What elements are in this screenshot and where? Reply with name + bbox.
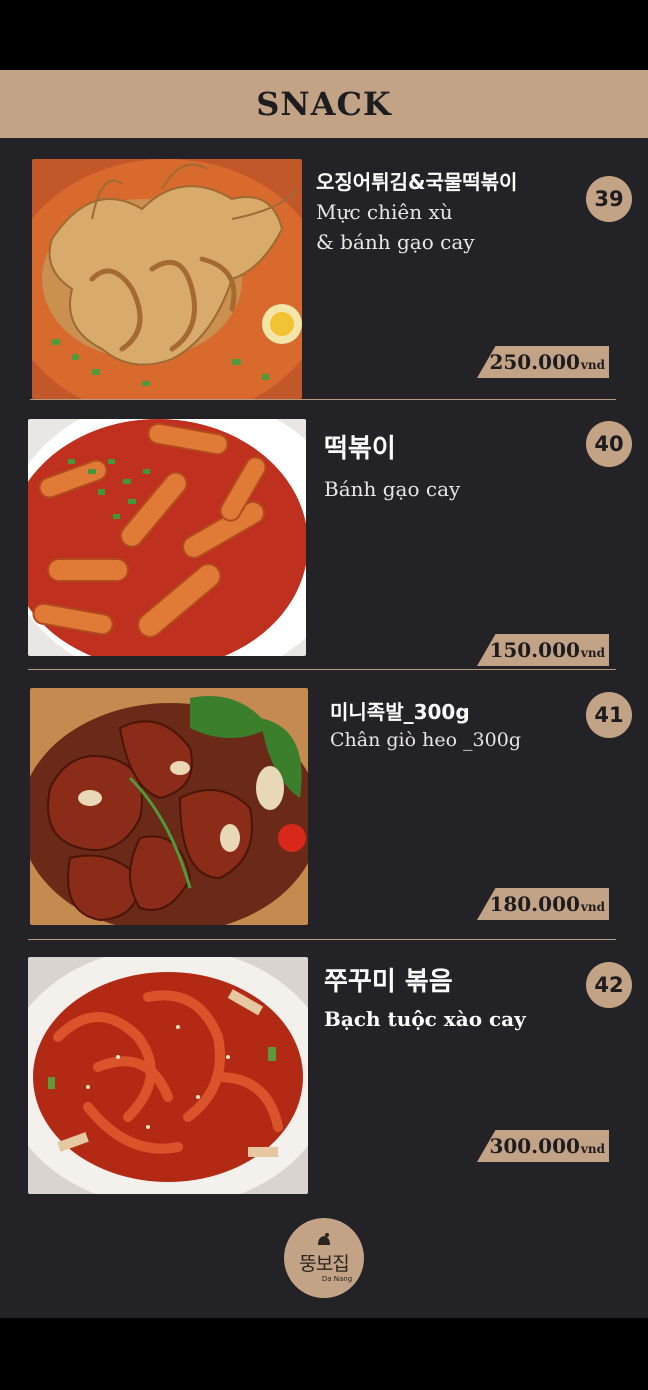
dish-photo-squid-tteokbokki — [32, 159, 302, 399]
section-header: SNACK — [0, 70, 648, 138]
pig-icon — [318, 1233, 330, 1245]
section-title: SNACK — [256, 85, 392, 123]
dish-name-korean: 떡볶이 — [324, 434, 396, 464]
price-tag: 300.000 vnd — [477, 1130, 609, 1162]
price-amount: 180.000 — [489, 892, 580, 916]
dish-photo-pork-trotters — [30, 688, 308, 925]
price-amount: 150.000 — [489, 638, 580, 662]
price-unit: vnd — [580, 646, 605, 660]
dish-name-korean: 미니족발_300g — [330, 700, 470, 724]
item-divider — [28, 939, 616, 940]
dish-name-korean: 쭈꾸미 볶음 — [324, 967, 453, 997]
logo-name: 뚱보집 — [299, 1253, 349, 1275]
price-unit: vnd — [580, 900, 605, 914]
dish-number-badge: 41 — [586, 692, 632, 738]
item-divider — [28, 669, 616, 670]
menu-page: SNACK 오징어튀김&국물떡볶이 Mực chiên xù & bánh gạ… — [0, 70, 648, 1318]
bottom-black-bar — [0, 1318, 648, 1390]
dish-name-vietnamese: Chân giò heo _300g — [330, 729, 521, 751]
dish-photo-spicy-octopus — [28, 957, 308, 1194]
dish-number-badge: 40 — [586, 421, 632, 467]
restaurant-logo: 뚱보집 Da Nang — [284, 1218, 364, 1298]
price-amount: 300.000 — [489, 1134, 580, 1158]
dish-number-badge: 39 — [586, 176, 632, 222]
dish-number-badge: 42 — [586, 962, 632, 1008]
dish-name-vietnamese: Bạch tuộc xào cay — [324, 1007, 526, 1031]
logo-subtitle: Da Nang — [321, 1275, 353, 1283]
dish-name-vietnamese: Bánh gạo cay — [324, 477, 461, 501]
top-black-bar — [0, 0, 648, 70]
price-unit: vnd — [580, 358, 605, 372]
price-tag: 180.000 vnd — [477, 888, 609, 920]
price-tag: 250.000 vnd — [477, 346, 609, 378]
dish-photo-tteokbokki — [28, 419, 306, 656]
price-tag: 150.000 vnd — [477, 634, 609, 666]
dish-name-vietnamese: Mực chiên xù & bánh gạo cay — [316, 200, 475, 254]
dish-name-korean: 오징어튀김&국물떡볶이 — [316, 170, 518, 194]
item-divider — [30, 399, 616, 400]
price-unit: vnd — [580, 1142, 605, 1156]
price-amount: 250.000 — [489, 350, 580, 374]
